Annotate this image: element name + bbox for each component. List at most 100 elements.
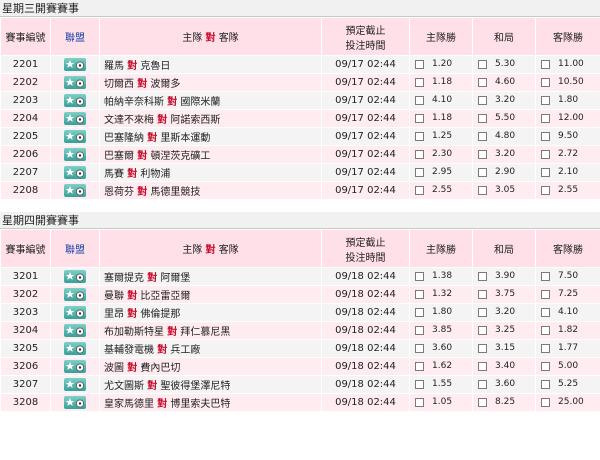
- away-win-checkbox[interactable]: [541, 289, 550, 299]
- match-teams: 巴塞隆納 對 里斯本運動: [99, 127, 322, 146]
- away-win-checkbox[interactable]: [541, 59, 550, 69]
- away-win-checkbox[interactable]: [541, 397, 550, 407]
- col-league[interactable]: 聯盟: [50, 229, 100, 268]
- away-win-checkbox[interactable]: [541, 271, 550, 281]
- home-win-cell: 2.30: [409, 145, 473, 164]
- soccer-league-icon[interactable]: [64, 130, 86, 143]
- away-win-checkbox[interactable]: [541, 343, 550, 353]
- home-win-odds: 1.32: [432, 289, 453, 299]
- soccer-league-icon[interactable]: [64, 58, 86, 71]
- home-win-checkbox[interactable]: [415, 289, 424, 299]
- away-win-checkbox[interactable]: [541, 77, 550, 87]
- home-win-checkbox[interactable]: [415, 131, 424, 141]
- home-win-cell: 1.55: [409, 375, 473, 394]
- draw-checkbox[interactable]: [478, 59, 487, 69]
- match-teams: 里昂 對 佛倫提那: [99, 303, 322, 322]
- close-time: 09/17 02:44: [321, 109, 410, 128]
- home-team: 帕納辛奈科斯: [104, 97, 164, 108]
- home-win-checkbox[interactable]: [415, 149, 424, 159]
- home-win-checkbox[interactable]: [415, 325, 424, 335]
- draw-checkbox[interactable]: [478, 325, 487, 335]
- home-win-checkbox[interactable]: [415, 167, 424, 177]
- soccer-league-icon[interactable]: [64, 94, 86, 107]
- table-row: 3202 曼聯 對 比亞雷亞爾 09/18 02:44 1.32 3.75 7.25: [0, 285, 600, 304]
- home-team: 巴塞爾: [104, 151, 134, 162]
- draw-checkbox[interactable]: [478, 185, 487, 195]
- away-win-checkbox[interactable]: [541, 131, 550, 141]
- soccer-league-icon[interactable]: [64, 112, 86, 125]
- draw-checkbox[interactable]: [478, 307, 487, 317]
- home-win-checkbox[interactable]: [415, 271, 424, 281]
- away-win-checkbox[interactable]: [541, 361, 550, 371]
- home-win-checkbox[interactable]: [415, 77, 424, 87]
- draw-checkbox[interactable]: [478, 95, 487, 105]
- soccer-league-icon[interactable]: [64, 342, 86, 355]
- away-win-checkbox[interactable]: [541, 113, 550, 123]
- away-team: 博里索夫巴特: [170, 399, 231, 410]
- draw-checkbox[interactable]: [478, 167, 487, 177]
- soccer-league-icon[interactable]: [64, 378, 86, 391]
- away-win-checkbox[interactable]: [541, 379, 550, 389]
- home-win-cell: 1.80: [409, 303, 473, 322]
- soccer-league-icon[interactable]: [64, 148, 86, 161]
- home-win-odds: 1.05: [432, 397, 453, 407]
- home-win-checkbox[interactable]: [415, 397, 424, 407]
- home-win-checkbox[interactable]: [415, 185, 424, 195]
- draw-checkbox[interactable]: [478, 131, 487, 141]
- home-win-odds: 3.60: [432, 343, 453, 353]
- close-time: 09/18 02:44: [321, 267, 410, 286]
- home-win-checkbox[interactable]: [415, 379, 424, 389]
- draw-odds: 3.90: [495, 271, 516, 281]
- away-win-odds: 7.50: [558, 271, 579, 281]
- away-win-checkbox[interactable]: [541, 95, 550, 105]
- home-win-checkbox[interactable]: [415, 361, 424, 371]
- vs-label: 對: [127, 309, 138, 320]
- soccer-league-icon[interactable]: [64, 76, 86, 89]
- draw-checkbox[interactable]: [478, 289, 487, 299]
- draw-odds: 4.60: [495, 77, 516, 87]
- soccer-league-icon[interactable]: [64, 396, 86, 409]
- draw-checkbox[interactable]: [478, 397, 487, 407]
- away-team: 里斯本運動: [160, 133, 211, 144]
- draw-checkbox[interactable]: [478, 343, 487, 353]
- soccer-league-icon[interactable]: [64, 166, 86, 179]
- draw-checkbox[interactable]: [478, 379, 487, 389]
- draw-odds: 3.20: [495, 149, 516, 159]
- away-win-checkbox[interactable]: [541, 325, 550, 335]
- soccer-league-icon[interactable]: [64, 184, 86, 197]
- home-win-checkbox[interactable]: [415, 59, 424, 69]
- away-win-cell: 4.10: [535, 303, 600, 322]
- away-win-odds: 7.25: [558, 289, 579, 299]
- soccer-league-icon[interactable]: [64, 360, 86, 373]
- draw-checkbox[interactable]: [478, 361, 487, 371]
- home-win-checkbox[interactable]: [415, 95, 424, 105]
- away-win-checkbox[interactable]: [541, 185, 550, 195]
- close-time: 09/17 02:44: [321, 55, 410, 74]
- home-win-checkbox[interactable]: [415, 113, 424, 123]
- away-team: 費內巴切: [140, 363, 181, 374]
- draw-checkbox[interactable]: [478, 271, 487, 281]
- col-close-line2: 投注時間: [345, 252, 386, 264]
- away-win-checkbox[interactable]: [541, 167, 550, 177]
- match-number: 2207: [0, 163, 51, 182]
- home-win-checkbox[interactable]: [415, 307, 424, 317]
- league-cell: [50, 73, 100, 92]
- home-win-checkbox[interactable]: [415, 343, 424, 353]
- away-win-checkbox[interactable]: [541, 307, 550, 317]
- away-win-odds: 1.77: [558, 343, 579, 353]
- draw-checkbox[interactable]: [478, 113, 487, 123]
- draw-checkbox[interactable]: [478, 149, 487, 159]
- draw-odds: 3.75: [495, 289, 516, 299]
- match-teams: 馬賽 對 利物浦: [99, 163, 322, 182]
- col-league[interactable]: 聯盟: [50, 17, 100, 56]
- soccer-league-icon[interactable]: [64, 324, 86, 337]
- soccer-league-icon[interactable]: [64, 306, 86, 319]
- vs-label: 對: [137, 187, 148, 198]
- soccer-league-icon[interactable]: [64, 270, 86, 283]
- draw-checkbox[interactable]: [478, 77, 487, 87]
- draw-cell: 3.25: [472, 321, 536, 340]
- away-win-checkbox[interactable]: [541, 149, 550, 159]
- league-cell: [50, 303, 100, 322]
- soccer-league-icon[interactable]: [64, 288, 86, 301]
